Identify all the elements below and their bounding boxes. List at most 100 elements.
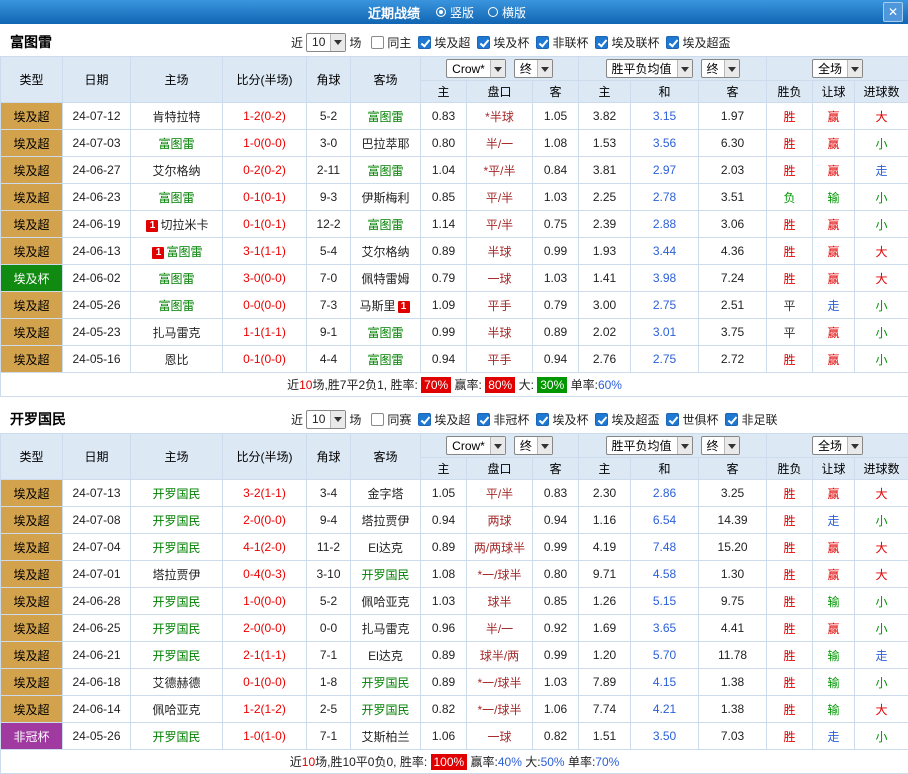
odds-stage-value: 终 [520,437,532,454]
goals-result: 走 [855,642,908,669]
avg-away-odds: 3.51 [699,184,767,211]
handicap: 平手 [467,292,533,319]
scope-select[interactable]: 全场 [812,436,863,455]
match-type: 埃及超 [1,669,63,696]
checkbox-label: 埃及联杯 [611,34,659,51]
avg-odds-select[interactable]: 胜平负均值 [606,436,693,455]
avg-stage-value: 终 [707,437,719,454]
home-odds: 0.80 [421,130,467,157]
team-name-text: 开罗国民 [152,514,200,528]
home-odds: 0.79 [421,265,467,292]
away-team-cell: El达克 [351,534,421,561]
avg-away-odds: 6.30 [699,130,767,157]
corner-score: 11-2 [307,534,351,561]
checkbox-checked-icon [418,413,431,426]
team-name-text: 开罗国民 [152,622,200,636]
odds-stage-select[interactable]: 终 [514,59,553,78]
filter-checkbox[interactable]: 世俱杯 [666,411,718,428]
wdl-result: 胜 [767,238,813,265]
away-team-cell: 马斯里1 [351,292,421,319]
chevron-down-icon [677,437,692,454]
layout-landscape-radio[interactable]: 横版 [488,4,526,21]
team-name-text: 开罗国民 [361,568,409,582]
filter-checkbox[interactable]: 埃及超 [418,411,470,428]
filter-checkbox[interactable]: 非足联 [725,411,777,428]
filter-checkbox[interactable]: 同赛 [371,411,411,428]
filter-checkbox[interactable]: 埃及超盃 [666,34,730,51]
home-odds: 0.89 [421,238,467,265]
avg-draw-odds: 3.44 [631,238,699,265]
bookmaker-select[interactable]: Crow* [446,59,506,78]
match-date: 24-05-16 [63,346,131,373]
filter-checkbox[interactable]: 非冠杯 [477,411,529,428]
sections-container: 富图雷 近 10 场 同主埃及超埃及杯非联杯埃及联杯埃及超盃 类型 [0,28,908,774]
layout-portrait-radio[interactable]: 竖版 [436,4,474,21]
filter-checkbox[interactable]: 埃及联杯 [595,34,659,51]
away-odds: 0.89 [533,319,579,346]
matches-label: 场 [349,34,361,51]
avg-odds-select[interactable]: 胜平负均值 [606,59,693,78]
away-odds: 0.94 [533,507,579,534]
team-name-text: 塔拉贾伊 [361,514,409,528]
handicap-result: 输 [813,696,855,723]
avg-draw-odds: 5.15 [631,588,699,615]
team-name-text: 艾尔格纳 [361,245,409,259]
home-odds: 0.85 [421,184,467,211]
filter-checkbox[interactable]: 埃及杯 [536,411,588,428]
team-name: 富图雷 [10,32,288,52]
avg-stage-select[interactable]: 终 [701,436,740,455]
match-score: 2-1(1-1) [223,642,307,669]
checkbox-label: 同主 [387,34,411,51]
goals-result: 大 [855,480,908,507]
avg-draw-odds: 2.97 [631,157,699,184]
match-score: 0-2(0-2) [223,157,307,184]
filter-checkbox[interactable]: 非联杯 [536,34,588,51]
checkbox-label: 埃及超 [434,411,470,428]
avg-draw-odds: 4.15 [631,669,699,696]
home-team-cell: 开罗国民 [131,507,223,534]
avg-draw-odds: 3.50 [631,723,699,750]
scope-select[interactable]: 全场 [812,59,863,78]
match-row: 埃及超24-06-23富图雷0-1(0-1)9-3伊斯梅利0.85平/半1.03… [1,184,908,211]
match-count-select[interactable]: 10 [306,33,346,52]
match-score: 1-2(0-2) [223,103,307,130]
checkbox-label: 非足联 [741,411,777,428]
red-card-badge: 1 [398,301,410,313]
home-odds: 0.89 [421,642,467,669]
summary-segment: 单率: [567,378,598,392]
home-odds: 1.05 [421,480,467,507]
odds-stage-select[interactable]: 终 [514,436,553,455]
match-type: 埃及超 [1,615,63,642]
match-score: 0-1(0-0) [223,346,307,373]
avg-stage-select[interactable]: 终 [701,59,740,78]
home-odds: 0.89 [421,669,467,696]
corner-score: 3-0 [307,130,351,157]
filter-checkbox[interactable]: 同主 [371,34,411,51]
match-date: 24-06-19 [63,211,131,238]
avg-away-odds: 1.30 [699,561,767,588]
avg-away-odds: 3.25 [699,480,767,507]
avg-away-odds: 14.39 [699,507,767,534]
competition-filters: 同赛 埃及超非冠杯埃及杯埃及超盃世俱杯 非足联 [364,411,777,428]
team-name-text: 富图雷 [166,245,202,259]
goals-result: 小 [855,615,908,642]
handicap: 两/两球半 [467,534,533,561]
filter-checkbox[interactable]: 埃及超 [418,34,470,51]
scope-value: 全场 [818,60,842,77]
match-count-value: 10 [312,412,325,426]
filter-checkbox[interactable]: 埃及超盃 [595,411,659,428]
home-odds: 1.14 [421,211,467,238]
col-header-type: 类型 [1,434,63,480]
away-team-cell: 金字塔 [351,480,421,507]
filter-checkbox[interactable]: 埃及杯 [477,34,529,51]
home-odds: 0.96 [421,615,467,642]
corner-score: 1-8 [307,669,351,696]
checkbox-label: 埃及超 [434,34,470,51]
match-count-select[interactable]: 10 [306,410,346,429]
summary-segment: 10 [299,378,312,392]
close-button[interactable]: ✕ [883,2,903,22]
scope-value: 全场 [818,437,842,454]
bookmaker-select[interactable]: Crow* [446,436,506,455]
goals-result: 大 [855,103,908,130]
match-score: 1-1(1-1) [223,319,307,346]
